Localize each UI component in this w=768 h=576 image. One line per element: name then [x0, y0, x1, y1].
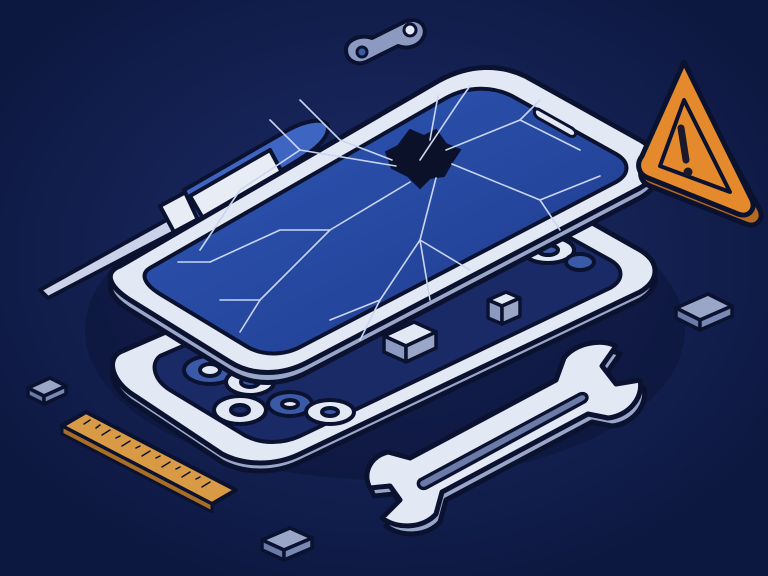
repair-illustration: [0, 0, 768, 576]
